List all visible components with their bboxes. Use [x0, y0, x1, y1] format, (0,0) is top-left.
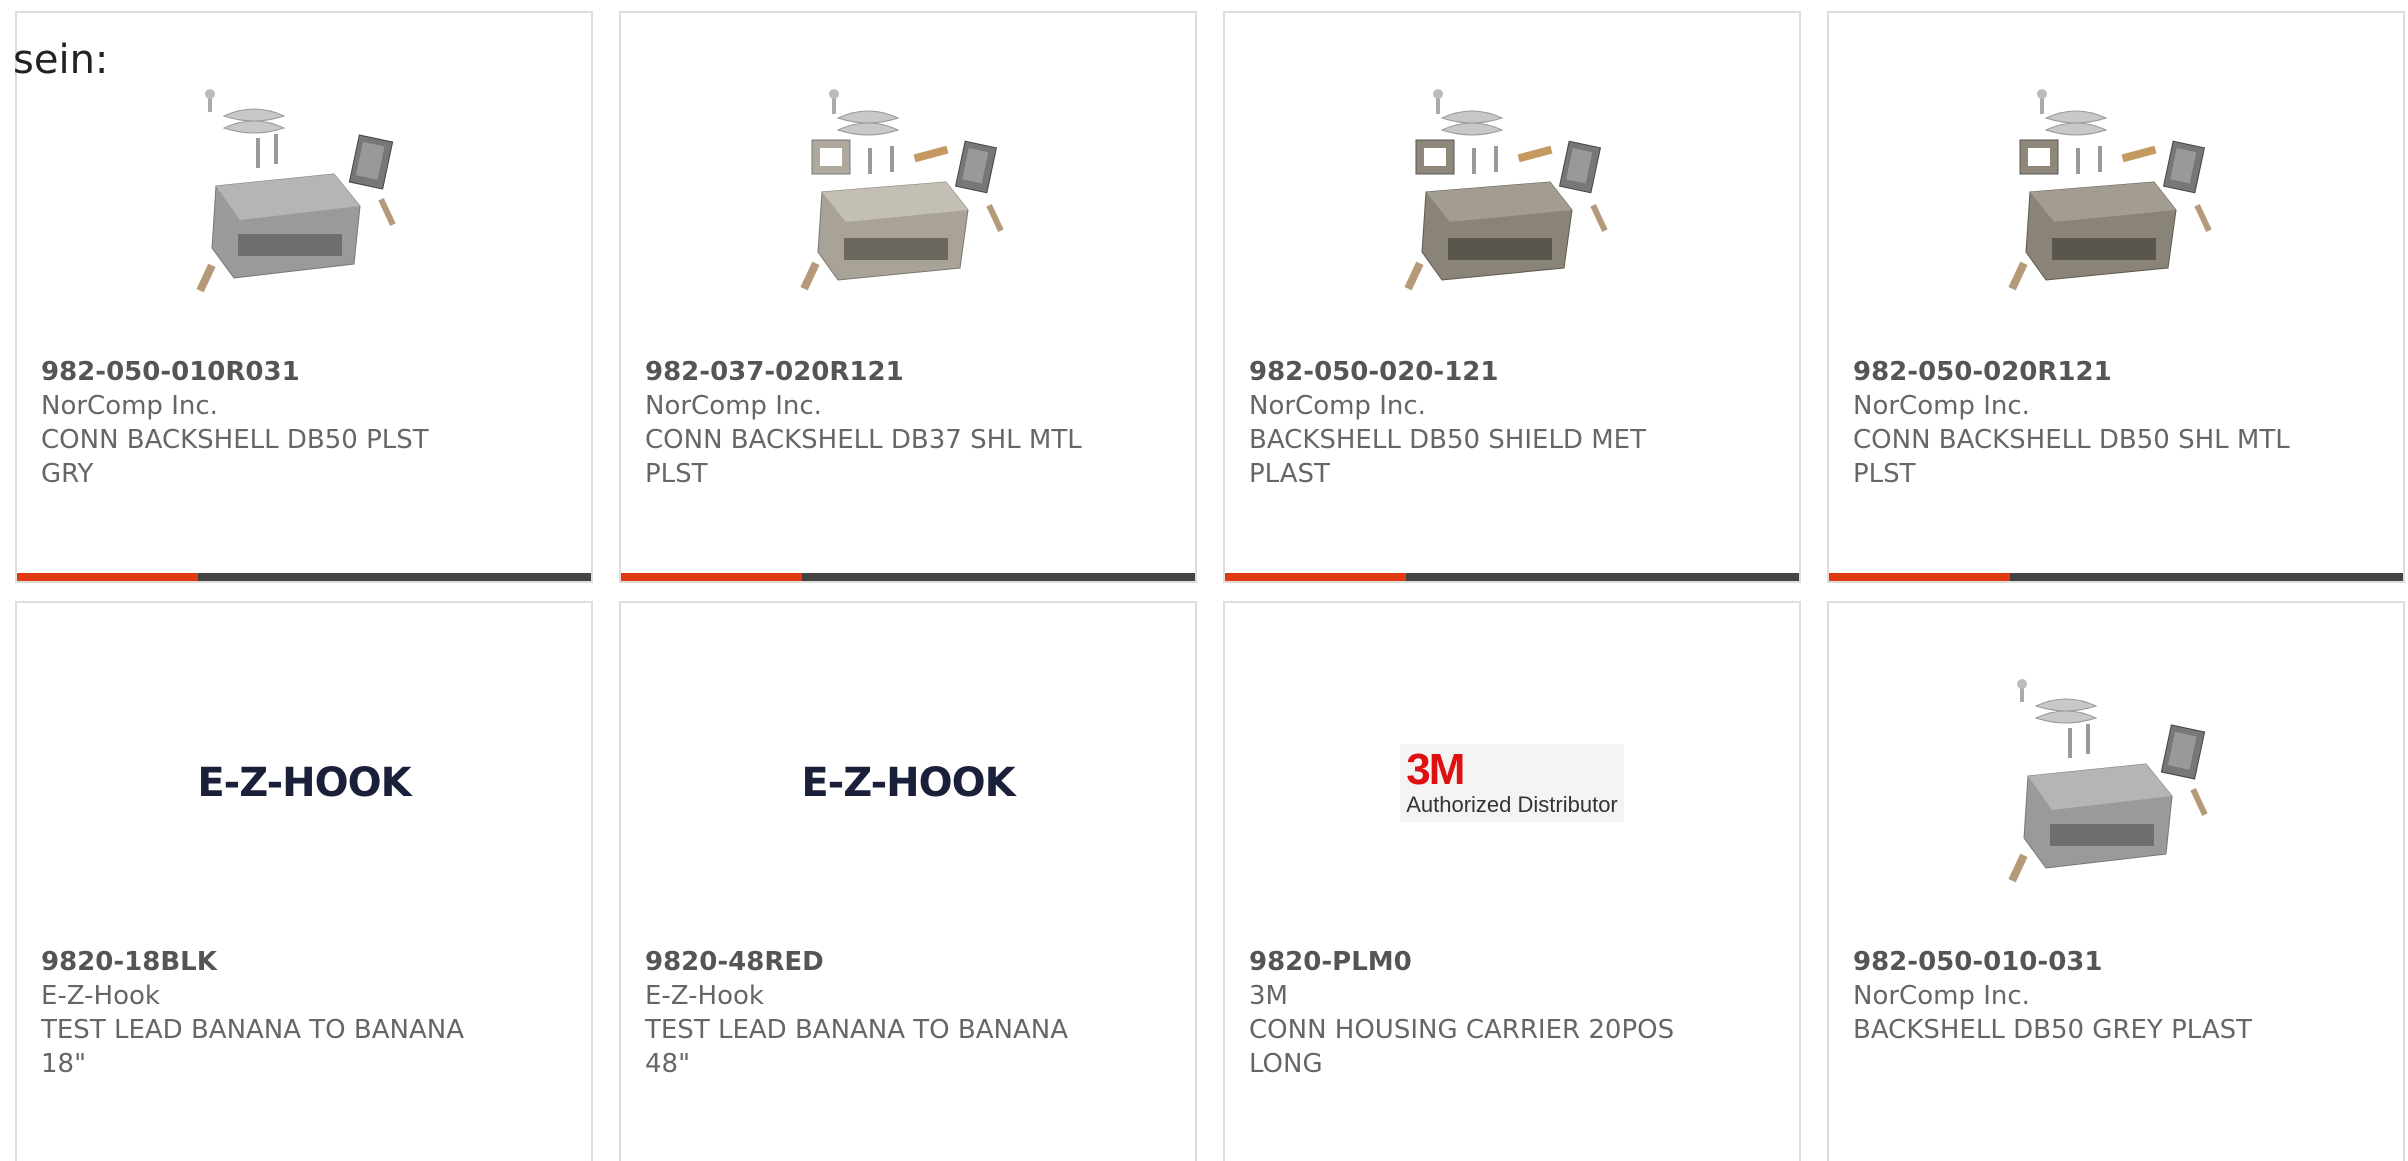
part-number-link[interactable]: 982-037-020R121	[645, 355, 1085, 389]
part-number-link[interactable]: 9820-48RED	[645, 945, 1085, 979]
product-card[interactable]: E-Z-HOOK 9820-48RED E-Z-Hook TEST LEAD B…	[619, 601, 1197, 1161]
product-grid-page: sein: 982-050-010R031 NorComp Inc. CONN …	[0, 0, 2408, 1161]
description: CONN BACKSHELL DB37 SHL MTL PLST	[645, 425, 1082, 489]
manufacturer: 3M	[1249, 981, 1288, 1011]
part-number-link[interactable]: 982-050-020R121	[1853, 355, 2293, 389]
part-number-link[interactable]: 9820-18BLK	[41, 945, 481, 979]
manufacturer: NorComp Inc.	[645, 391, 822, 421]
product-info: 982-037-020R121 NorComp Inc. CONN BACKSH…	[645, 355, 1085, 491]
3m-logo-subtext: Authorized Distributor	[1406, 791, 1618, 817]
part-number-link[interactable]: 982-050-010-031	[1853, 945, 2293, 979]
manufacturer: E-Z-Hook	[41, 981, 160, 1011]
product-info: 982-050-010-031 NorComp Inc. BACKSHELL D…	[1853, 945, 2293, 1047]
product-image[interactable]	[621, 73, 1195, 313]
product-card[interactable]: 982-050-010-031 NorComp Inc. BACKSHELL D…	[1827, 601, 2405, 1161]
backshell-metal-icon	[1404, 89, 1608, 291]
manufacturer: NorComp Inc.	[1853, 981, 2030, 1011]
part-number-link[interactable]: 982-050-010R031	[41, 355, 481, 389]
3m-logo-mark: 3M	[1406, 744, 1465, 794]
page-heading: sein:	[13, 37, 109, 83]
description: BACKSHELL DB50 SHIELD MET PLAST	[1249, 425, 1646, 489]
part-number-link[interactable]: 9820-PLM0	[1249, 945, 1689, 979]
product-image[interactable]: 3M Authorized Distributor	[1225, 663, 1799, 903]
product-card[interactable]: 3M Authorized Distributor 9820-PLM0 3M C…	[1223, 601, 1801, 1161]
description: CONN BACKSHELL DB50 PLST GRY	[41, 425, 429, 489]
progress-bar-fill	[621, 573, 802, 581]
product-image[interactable]	[1829, 73, 2403, 313]
product-image[interactable]	[17, 73, 591, 313]
product-image[interactable]	[1829, 663, 2403, 903]
product-card[interactable]: 982-050-020R121 NorComp Inc. CONN BACKSH…	[1827, 11, 2405, 583]
backshell-metal-icon	[2008, 89, 2212, 291]
manufacturer: NorComp Inc.	[1249, 391, 1426, 421]
ez-hook-logo: E-Z-HOOK	[801, 760, 1015, 806]
product-info: 982-050-020-121 NorComp Inc. BACKSHELL D…	[1249, 355, 1689, 491]
progress-bar	[1225, 573, 1799, 581]
ez-hook-logo: E-Z-HOOK	[197, 760, 411, 806]
progress-bar	[1829, 573, 2403, 581]
description: CONN BACKSHELL DB50 SHL MTL PLST	[1853, 425, 2290, 489]
progress-bar	[17, 573, 591, 581]
backshell-gray-icon	[2008, 679, 2208, 883]
manufacturer: NorComp Inc.	[1853, 391, 2030, 421]
product-image[interactable]	[1225, 73, 1799, 313]
part-number-link[interactable]: 982-050-020-121	[1249, 355, 1689, 389]
product-card[interactable]: 982-050-020-121 NorComp Inc. BACKSHELL D…	[1223, 11, 1801, 583]
3m-logo: 3M Authorized Distributor	[1400, 743, 1624, 823]
product-card[interactable]: 982-050-010R031 NorComp Inc. CONN BACKSH…	[15, 11, 593, 583]
progress-bar-fill	[1829, 573, 2010, 581]
product-card[interactable]: 982-037-020R121 NorComp Inc. CONN BACKSH…	[619, 11, 1197, 583]
product-info: 9820-48RED E-Z-Hook TEST LEAD BANANA TO …	[645, 945, 1085, 1081]
description: BACKSHELL DB50 GREY PLAST	[1853, 1015, 2253, 1045]
progress-bar	[621, 573, 1195, 581]
product-info: 982-050-020R121 NorComp Inc. CONN BACKSH…	[1853, 355, 2293, 491]
product-image[interactable]: E-Z-HOOK	[621, 663, 1195, 903]
product-info: 9820-PLM0 3M CONN HOUSING CARRIER 20POS …	[1249, 945, 1689, 1081]
manufacturer: NorComp Inc.	[41, 391, 218, 421]
product-info: 982-050-010R031 NorComp Inc. CONN BACKSH…	[41, 355, 481, 491]
description: CONN HOUSING CARRIER 20POS LONG	[1249, 1015, 1675, 1079]
backshell-gray-icon	[196, 89, 396, 293]
progress-bar-fill	[1225, 573, 1406, 581]
product-image[interactable]: E-Z-HOOK	[17, 663, 591, 903]
description: TEST LEAD BANANA TO BANANA 18"	[41, 1015, 465, 1079]
manufacturer: E-Z-Hook	[645, 981, 764, 1011]
description: TEST LEAD BANANA TO BANANA 48"	[645, 1015, 1069, 1079]
backshell-metal-icon	[800, 89, 1004, 291]
product-info: 9820-18BLK E-Z-Hook TEST LEAD BANANA TO …	[41, 945, 481, 1081]
progress-bar-fill	[17, 573, 198, 581]
product-card[interactable]: E-Z-HOOK 9820-18BLK E-Z-Hook TEST LEAD B…	[15, 601, 593, 1161]
